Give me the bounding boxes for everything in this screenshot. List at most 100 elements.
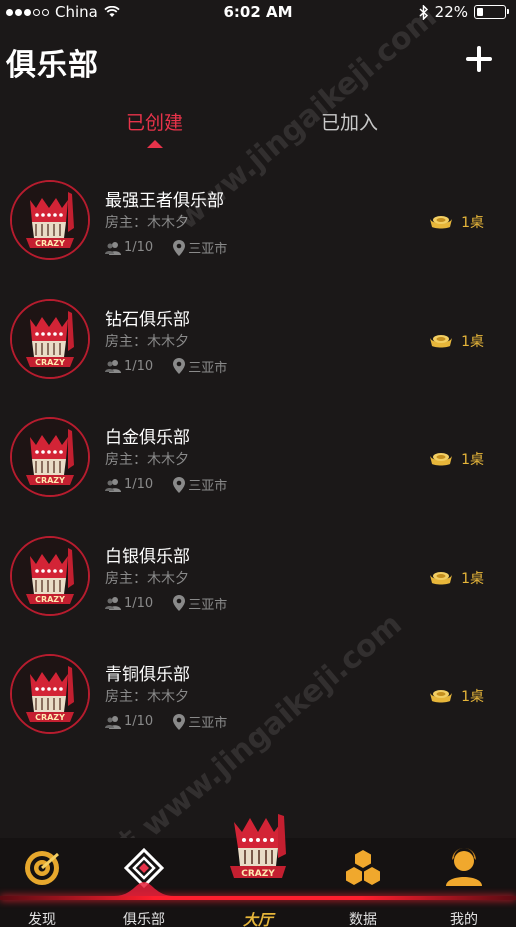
club-owner: 房主：木木夕	[105, 215, 189, 231]
club-meta: 1/10 三亚市	[105, 238, 227, 257]
club-city: 三亚市	[188, 479, 228, 494]
nav-label-mine: 我的	[450, 912, 478, 927]
club-name: 最强王者俱乐部	[105, 191, 224, 211]
club-table-count: 1桌	[461, 333, 484, 350]
nav-label-discover: 发现	[28, 912, 56, 927]
nav-discover[interactable]: 发现	[0, 838, 92, 927]
gold-ingot-icon	[430, 216, 453, 229]
club-meta: 1/10 三亚市	[105, 357, 227, 376]
target-icon	[25, 851, 59, 885]
location-pin-icon	[173, 476, 186, 493]
gold-ingot-icon	[430, 690, 453, 703]
add-club-button[interactable]	[464, 44, 494, 74]
club-members: 1/10	[124, 240, 154, 255]
club-meta: 1/10 三亚市	[105, 712, 227, 731]
club-tables: 1桌	[429, 212, 484, 232]
club-avatar: CRAZY	[10, 654, 90, 734]
svg-text:CRAZY: CRAZY	[35, 595, 65, 604]
svg-text:CRAZY: CRAZY	[35, 358, 65, 367]
nav-label-hall: 大厅	[242, 911, 273, 927]
nav-label-data: 数据	[349, 912, 377, 927]
members-icon	[105, 241, 121, 255]
club-name: 白银俱乐部	[105, 546, 190, 567]
svg-text:CRAZY: CRAZY	[35, 239, 65, 248]
club-avatar: CRAZY	[10, 417, 90, 497]
tab-created[interactable]: 已创建	[126, 108, 183, 135]
club-table-count: 1桌	[461, 689, 484, 705]
location-pin-icon	[173, 358, 186, 374]
page-title: 俱乐部	[6, 48, 99, 83]
crazy-logo-icon: CRAZY	[12, 656, 88, 732]
crazy-logo-icon: CRAZY	[12, 182, 88, 258]
club-location: 三亚市	[173, 357, 227, 376]
crazy-logo-icon: CRAZY	[12, 419, 88, 495]
club-tables: 1桌	[429, 686, 484, 706]
club-location: 三亚市	[173, 712, 227, 731]
club-table-count: 1桌	[461, 570, 484, 587]
gold-ingot-icon	[430, 334, 453, 347]
club-city: 三亚市	[188, 597, 228, 613]
club-members: 1/10	[124, 477, 154, 492]
club-table-count: 1桌	[461, 452, 484, 468]
crazy-logo-icon: CRAZY	[12, 300, 88, 377]
tab-joined[interactable]: 已加入	[321, 108, 378, 135]
club-table-count: 1桌	[461, 215, 484, 231]
club-meta: 1/10 三亚市	[105, 475, 227, 494]
club-meta: 1/10 三亚市	[105, 594, 227, 613]
active-glow-icon	[114, 882, 174, 896]
club-owner: 房主：木木夕	[105, 333, 189, 350]
club-location: 三亚市	[173, 475, 227, 494]
club-avatar: CRAZY	[10, 180, 90, 260]
club-tables: 1桌	[429, 568, 484, 588]
club-members: 1/10	[124, 595, 154, 611]
gold-ingot-icon	[430, 453, 453, 466]
members-icon	[105, 478, 121, 492]
club-avatar: CRAZY	[10, 535, 90, 616]
svg-text:CRAZY: CRAZY	[241, 869, 275, 879]
club-tabs: 已创建 已加入	[0, 108, 516, 154]
bottom-nav: 发现 俱乐部 CRAZY 大厅 数据 我的	[0, 814, 516, 927]
battery-percent: 22%	[434, 3, 468, 21]
club-owner: 房主：木木夕	[105, 689, 189, 705]
gold-ingot-icon	[430, 571, 453, 584]
location-pin-icon	[173, 713, 186, 730]
user-icon	[446, 848, 482, 886]
svg-text:CRAZY: CRAZY	[35, 476, 65, 485]
club-members: 1/10	[124, 714, 154, 729]
location-pin-icon	[173, 239, 186, 256]
bluetooth-icon	[419, 4, 428, 20]
club-avatar: CRAZY	[10, 298, 90, 379]
nav-club[interactable]: 俱乐部	[94, 838, 194, 927]
nav-mine[interactable]: 我的	[414, 838, 514, 927]
club-tables: 1桌	[429, 449, 484, 469]
nav-label-club: 俱乐部	[123, 912, 165, 927]
club-name: 青铜俱乐部	[105, 665, 190, 685]
club-members: 1/10	[124, 358, 154, 374]
club-city: 三亚市	[188, 242, 228, 257]
club-row-1[interactable]: CRAZY 最强王者俱乐部 房主：木木夕 1/10 三亚市 1桌	[0, 176, 516, 276]
svg-text:CRAZY: CRAZY	[35, 713, 65, 722]
members-icon	[105, 715, 121, 729]
club-location: 三亚市	[173, 594, 227, 613]
club-name: 钻石俱乐部	[105, 309, 190, 330]
nav-data[interactable]: 数据	[313, 838, 413, 927]
club-row-4[interactable]: CRAZY 白银俱乐部 房主：木木夕 1/10 三亚市 1桌	[0, 532, 516, 632]
crazy-logo-icon: CRAZY	[230, 814, 286, 879]
status-right: 22%	[419, 3, 509, 21]
club-row-5[interactable]: CRAZY 青铜俱乐部 房主：木木夕 1/10 三亚市 1桌	[0, 650, 516, 750]
club-name: 白金俱乐部	[105, 428, 190, 448]
members-icon	[105, 597, 121, 610]
club-owner: 房主：木木夕	[105, 570, 189, 587]
nav-hall[interactable]: CRAZY 大厅	[208, 814, 308, 927]
members-icon	[105, 360, 121, 373]
club-tables: 1桌	[429, 331, 484, 351]
club-city: 三亚市	[188, 716, 228, 731]
club-city: 三亚市	[188, 360, 228, 376]
club-location: 三亚市	[173, 238, 227, 257]
club-row-3[interactable]: CRAZY 白金俱乐部 房主：木木夕 1/10 三亚市 1桌	[0, 413, 516, 513]
hexagons-icon	[346, 850, 380, 885]
tab-active-indicator	[147, 140, 163, 148]
crazy-logo-icon: CRAZY	[12, 537, 88, 614]
club-row-2[interactable]: CRAZY 钻石俱乐部 房主：木木夕 1/10 三亚市 1桌	[0, 295, 516, 395]
battery-icon	[474, 5, 509, 19]
